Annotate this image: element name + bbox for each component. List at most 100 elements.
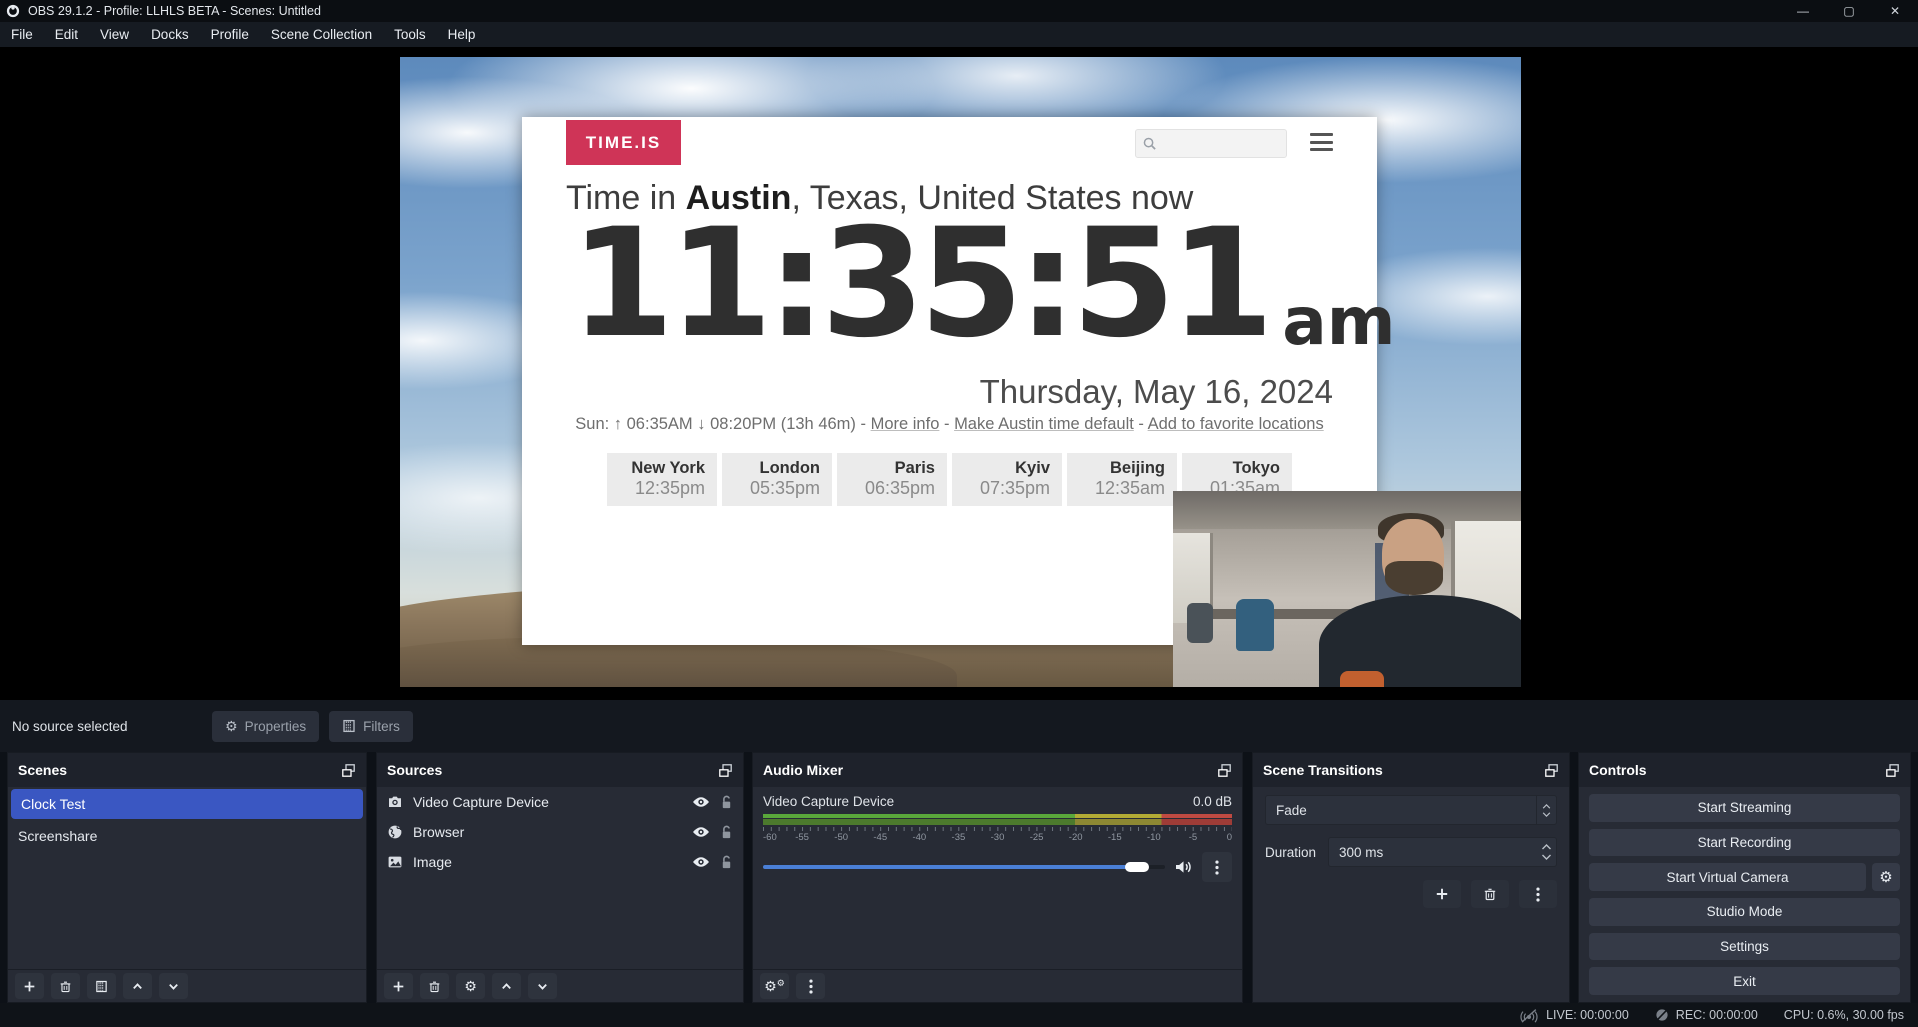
combo-spinner[interactable] xyxy=(1536,796,1556,824)
popout-icon[interactable] xyxy=(1544,763,1559,778)
window-title: OBS 29.1.2 - Profile: LLHLS BETA - Scene… xyxy=(28,4,321,18)
unlock-icon[interactable] xyxy=(720,855,733,870)
properties-button[interactable]: ⚙ Properties xyxy=(212,711,319,742)
scenes-title: Scenes xyxy=(18,762,67,778)
add-source-button[interactable] xyxy=(384,973,413,999)
scene-item-clock-test[interactable]: Clock Test xyxy=(11,789,363,819)
add-scene-button[interactable] xyxy=(15,973,44,999)
double-gear-icon: ⚙⚙ xyxy=(764,979,785,993)
chevron-down-icon xyxy=(1542,812,1551,817)
city-kyiv: Kyiv07:35pm xyxy=(952,453,1062,506)
menubar: File Edit View Docks Profile Scene Colle… xyxy=(0,22,1918,47)
video-capture-overlay xyxy=(1173,491,1521,687)
menu-tools[interactable]: Tools xyxy=(383,22,437,47)
menu-profile[interactable]: Profile xyxy=(200,22,260,47)
sources-title: Sources xyxy=(387,762,442,778)
unlock-icon[interactable] xyxy=(720,795,733,810)
speaker-icon[interactable] xyxy=(1174,859,1193,875)
link-make-default: Make Austin time default xyxy=(954,415,1134,433)
studio-mode-button[interactable]: Studio Mode xyxy=(1589,898,1900,926)
unlock-icon[interactable] xyxy=(720,825,733,840)
obs-logo-icon xyxy=(6,4,20,18)
add-transition-button[interactable] xyxy=(1423,880,1461,908)
duration-input[interactable]: 300 ms xyxy=(1328,837,1557,867)
move-source-up-button[interactable] xyxy=(492,973,521,999)
source-item-video-capture[interactable]: Video Capture Device xyxy=(377,787,743,817)
start-streaming-button[interactable]: Start Streaming xyxy=(1589,794,1900,822)
menu-docks[interactable]: Docks xyxy=(140,22,200,47)
clock-time: 11:35:51 xyxy=(570,209,1268,359)
titlebar: OBS 29.1.2 - Profile: LLHLS BETA - Scene… xyxy=(0,0,1918,22)
gear-icon: ⚙ xyxy=(464,979,477,993)
sources-panel: Sources Video Capture Device Browser Ima… xyxy=(376,752,744,1003)
cpu-fps-stats: CPU: 0.6%, 30.00 fps xyxy=(1784,1008,1904,1022)
duration-spinner[interactable] xyxy=(1541,838,1552,866)
mixer-channel-name: Video Capture Device xyxy=(763,794,894,809)
city-newyork: New York12:35pm xyxy=(607,453,717,506)
menu-help[interactable]: Help xyxy=(437,22,487,47)
remove-scene-button[interactable] xyxy=(51,973,80,999)
remove-transition-button[interactable] xyxy=(1471,880,1509,908)
city-paris: Paris06:35pm xyxy=(837,453,947,506)
close-button[interactable]: ✕ xyxy=(1872,0,1918,22)
transition-options-button[interactable] xyxy=(1519,880,1557,908)
separator: - xyxy=(944,415,950,433)
source-item-image[interactable]: Image xyxy=(377,847,743,877)
clock-ampm: am xyxy=(1282,289,1395,355)
timeis-date: Thursday, May 16, 2024 xyxy=(980,373,1333,411)
obs-window: OBS 29.1.2 - Profile: LLHLS BETA - Scene… xyxy=(0,0,1918,1027)
maximize-button[interactable]: ▢ xyxy=(1826,0,1872,22)
popout-icon[interactable] xyxy=(1885,763,1900,778)
preview-area[interactable]: TIME.IS Time in Austin, Texas, United St… xyxy=(0,47,1918,700)
minimize-button[interactable]: — xyxy=(1780,0,1826,22)
transitions-title: Scene Transitions xyxy=(1263,762,1383,778)
volume-slider-handle[interactable] xyxy=(1125,862,1149,872)
popout-icon[interactable] xyxy=(341,763,356,778)
transition-select[interactable]: Fade xyxy=(1265,795,1557,825)
eye-icon[interactable] xyxy=(692,826,710,838)
menu-scene-collection[interactable]: Scene Collection xyxy=(260,22,383,47)
scene-item-screenshare[interactable]: Screenshare xyxy=(8,821,366,851)
meter-scale: -60 -55 -50 -45 -40 -35 -30 -25 -20 -15 … xyxy=(763,831,1232,844)
eye-icon[interactable] xyxy=(692,796,710,808)
globe-icon xyxy=(387,824,403,840)
rec-time: REC: 00:00:00 xyxy=(1676,1008,1758,1022)
chevron-up-icon xyxy=(1541,844,1552,850)
menu-file[interactable]: File xyxy=(0,22,44,47)
audio-mixer-title: Audio Mixer xyxy=(763,762,843,778)
menu-edit[interactable]: Edit xyxy=(44,22,89,47)
settings-button[interactable]: Settings xyxy=(1589,933,1900,961)
start-recording-button[interactable]: Start Recording xyxy=(1589,829,1900,857)
exit-button[interactable]: Exit xyxy=(1589,967,1900,995)
filters-button[interactable]: Filters xyxy=(329,711,413,742)
audio-mixer-panel: Audio Mixer Video Capture Device 0.0 dB … xyxy=(752,752,1243,1003)
source-properties-button[interactable]: ⚙ xyxy=(456,973,485,999)
live-time: LIVE: 00:00:00 xyxy=(1546,1008,1629,1022)
scene-transitions-panel: Scene Transitions Fade Duration 300 ms xyxy=(1252,752,1570,1003)
popout-icon[interactable] xyxy=(1217,763,1232,778)
volume-slider[interactable] xyxy=(763,862,1165,872)
advanced-audio-button[interactable]: ⚙⚙ xyxy=(760,973,789,999)
no-source-label: No source selected xyxy=(12,719,212,734)
move-source-down-button[interactable] xyxy=(528,973,557,999)
eye-icon[interactable] xyxy=(692,856,710,868)
controls-title: Controls xyxy=(1589,762,1647,778)
controls-panel: Controls Start Streaming Start Recording… xyxy=(1578,752,1911,1003)
camera-icon xyxy=(387,794,403,810)
chevron-down-icon xyxy=(1541,854,1552,860)
move-scene-up-button[interactable] xyxy=(123,973,152,999)
source-item-browser[interactable]: Browser xyxy=(377,817,743,847)
popout-icon[interactable] xyxy=(718,763,733,778)
link-more-info: More info xyxy=(871,415,940,433)
remove-source-button[interactable] xyxy=(420,973,449,999)
menu-view[interactable]: View xyxy=(89,22,140,47)
mixer-menu-button[interactable] xyxy=(796,973,825,999)
scene-filters-button[interactable] xyxy=(87,973,116,999)
timeis-clock: 11:35:51 am xyxy=(570,209,1396,359)
search-icon xyxy=(1142,136,1157,151)
mixer-options-button[interactable] xyxy=(1202,852,1232,882)
move-scene-down-button[interactable] xyxy=(159,973,188,999)
virtual-camera-config-button[interactable]: ⚙ xyxy=(1872,863,1900,891)
program-canvas[interactable]: TIME.IS Time in Austin, Texas, United St… xyxy=(400,57,1521,687)
start-virtual-camera-button[interactable]: Start Virtual Camera xyxy=(1589,863,1866,891)
